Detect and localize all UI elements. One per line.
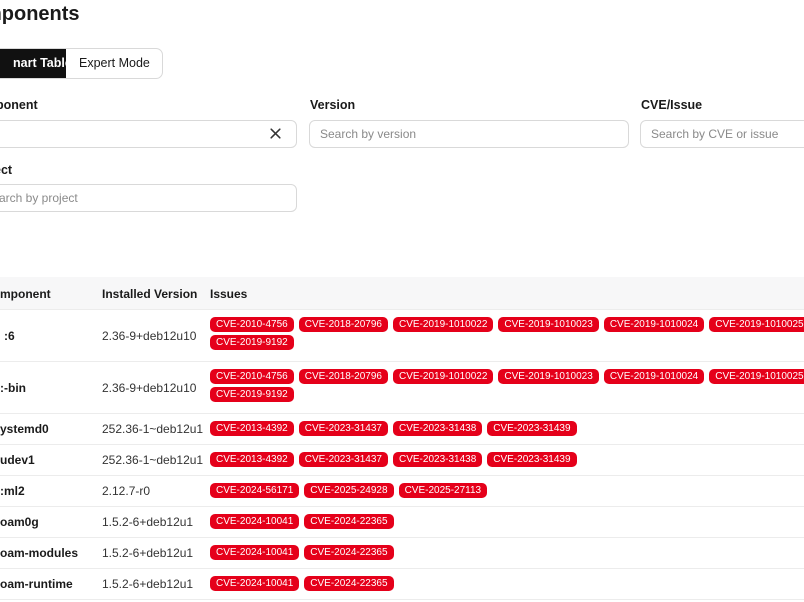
cve-filter-field	[640, 120, 804, 148]
cve-tag[interactable]: CVE-2013-4392	[210, 452, 294, 467]
component-filter-label: ponent	[0, 98, 38, 112]
cve-tag[interactable]: CVE-2019-1010025	[709, 317, 804, 332]
component-name: :-bin	[0, 380, 26, 395]
issues-list: CVE-2010-4756 CVE-2018-20796 CVE-2019-1010…	[210, 317, 804, 350]
component-filter-field	[0, 120, 297, 148]
table-row[interactable]: udev1 252.36-1~deb12u1 CVE-2013-4392 CVE-20…	[0, 445, 804, 476]
component-name: :6	[4, 328, 15, 343]
cve-tag[interactable]: CVE-2024-22365	[304, 545, 394, 560]
version-filter-field	[309, 120, 629, 148]
cve-tag[interactable]: CVE-2018-20796	[298, 317, 388, 332]
cve-tag[interactable]: CVE-2019-1010025	[709, 369, 804, 384]
installed-version: 2.12.7-r0	[102, 484, 151, 498]
installed-version: 252.36-1~deb12u1	[102, 422, 204, 436]
component-name: udev1	[0, 453, 35, 467]
table-header: mponent Installed Version Issues	[0, 277, 804, 310]
component-name: :ml2	[0, 484, 25, 498]
cve-tag[interactable]: CVE-2023-31438	[393, 421, 483, 436]
smart-table-tab[interactable]: nart Table	[0, 49, 72, 78]
project-filter-field	[0, 184, 297, 212]
cve-tag[interactable]: CVE-2019-1010023	[498, 317, 599, 332]
cve-tag[interactable]: CVE-2024-10041	[210, 545, 300, 560]
table-row[interactable]: :6 2.36-9+deb12u10 CVE-2010-4756 CVE-2018-2…	[0, 310, 804, 362]
version-filter-label: Version	[310, 98, 356, 112]
component-search-input[interactable]	[0, 121, 296, 147]
issues-list: CVE-2024-10041 CVE-2024-22365	[210, 576, 804, 591]
close-icon[interactable]	[269, 127, 282, 140]
cve-tag[interactable]: CVE-2019-9192	[210, 335, 294, 350]
table-row[interactable]: ystemd0 252.36-1~deb12u1 CVE-2013-4392 CVE-…	[0, 414, 804, 445]
cve-tag[interactable]: CVE-2023-31437	[298, 452, 388, 467]
cve-tag[interactable]: CVE-2024-22365	[304, 514, 394, 529]
issues-list: CVE-2013-4392 CVE-2023-31437 CVE-2023-3143…	[210, 452, 804, 467]
installed-version: 1.5.2-6+deb12u1	[102, 515, 194, 529]
column-header-issues: Issues	[210, 287, 248, 301]
cve-tag[interactable]: CVE-2019-1010024	[603, 317, 705, 332]
project-search-input[interactable]	[0, 185, 296, 211]
cve-tag[interactable]: CVE-2024-10041	[210, 576, 300, 591]
installed-version: 1.5.2-6+deb12u1	[102, 546, 194, 560]
cve-tag[interactable]: CVE-2019-1010023	[498, 369, 599, 384]
cve-tag[interactable]: CVE-2019-9192	[210, 387, 294, 402]
version-search-input[interactable]	[310, 121, 628, 147]
component-name: oam-runtime	[0, 577, 73, 591]
issues-list: CVE-2010-4756 CVE-2018-20796 CVE-2019-1010…	[210, 369, 804, 402]
cve-tag[interactable]: CVE-2024-22365	[304, 576, 394, 591]
installed-version: 2.36-9+deb12u10	[102, 328, 197, 343]
cve-tag[interactable]: CVE-2010-4756	[210, 317, 294, 332]
cve-tag[interactable]: CVE-2025-24928	[304, 483, 394, 498]
table-row[interactable]: oam0g 1.5.2-6+deb12u1 CVE-2024-10041 CVE-20…	[0, 507, 804, 538]
cve-tag[interactable]: CVE-2024-56171	[210, 483, 300, 498]
page-title: mponents	[0, 3, 80, 25]
cve-tag[interactable]: CVE-2018-20796	[298, 369, 388, 384]
table-row[interactable]: :ml2 2.12.7-r0 CVE-2024-56171 CVE-2025-2492…	[0, 476, 804, 507]
cve-tag[interactable]: CVE-2010-4756	[210, 369, 294, 384]
project-filter-label: ect	[0, 163, 13, 177]
cve-tag[interactable]: CVE-2023-31438	[393, 452, 483, 467]
cve-tag[interactable]: CVE-2023-31439	[487, 452, 577, 467]
installed-version: 2.36-9+deb12u10	[102, 380, 197, 395]
cve-tag[interactable]: CVE-2023-31439	[487, 421, 577, 436]
component-name: oam0g	[0, 515, 39, 529]
table-row[interactable]: :-bin 2.36-9+deb12u10 CVE-2010-4756 CVE-201…	[0, 362, 804, 414]
table-row[interactable]: oam-runtime 1.5.2-6+deb12u1 CVE-2024-10041…	[0, 569, 804, 600]
column-header-installed-version[interactable]: Installed Version	[102, 277, 197, 311]
component-name: oam-modules	[0, 546, 79, 560]
expert-mode-tab[interactable]: Expert Mode	[66, 49, 162, 78]
cve-tag[interactable]: CVE-2024-10041	[210, 514, 300, 529]
issues-list: CVE-2013-4392 CVE-2023-31437 CVE-2023-3143…	[210, 421, 804, 436]
cve-tag[interactable]: CVE-2019-1010022	[393, 369, 494, 384]
view-mode-toggle: nart Table Expert Mode	[0, 48, 163, 79]
cve-tag[interactable]: CVE-2023-31437	[298, 421, 388, 436]
issues-list: CVE-2024-10041 CVE-2024-22365	[210, 514, 804, 529]
installed-version: 1.5.2-6+deb12u1	[102, 577, 194, 591]
issues-list: CVE-2024-10041 CVE-2024-22365	[210, 545, 804, 560]
cve-filter-label: CVE/Issue	[641, 98, 703, 112]
issues-list: CVE-2024-56171 CVE-2025-24928 CVE-2025-271…	[210, 483, 804, 498]
component-name: ystemd0	[0, 422, 49, 436]
cve-search-input[interactable]	[641, 121, 804, 147]
components-table: mponent Installed Version Issues :6 2.36-…	[0, 277, 804, 600]
cve-tag[interactable]: CVE-2013-4392	[210, 421, 294, 436]
cve-tag[interactable]: CVE-2019-1010022	[393, 317, 494, 332]
column-header-component[interactable]: mponent	[0, 277, 51, 311]
table-row[interactable]: oam-modules 1.5.2-6+deb12u1 CVE-2024-10041…	[0, 538, 804, 569]
table-body: :6 2.36-9+deb12u10 CVE-2010-4756 CVE-2018-2…	[0, 310, 804, 600]
installed-version: 252.36-1~deb12u1	[102, 453, 204, 467]
cve-tag[interactable]: CVE-2025-27113	[398, 483, 488, 498]
cve-tag[interactable]: CVE-2019-1010024	[603, 369, 705, 384]
